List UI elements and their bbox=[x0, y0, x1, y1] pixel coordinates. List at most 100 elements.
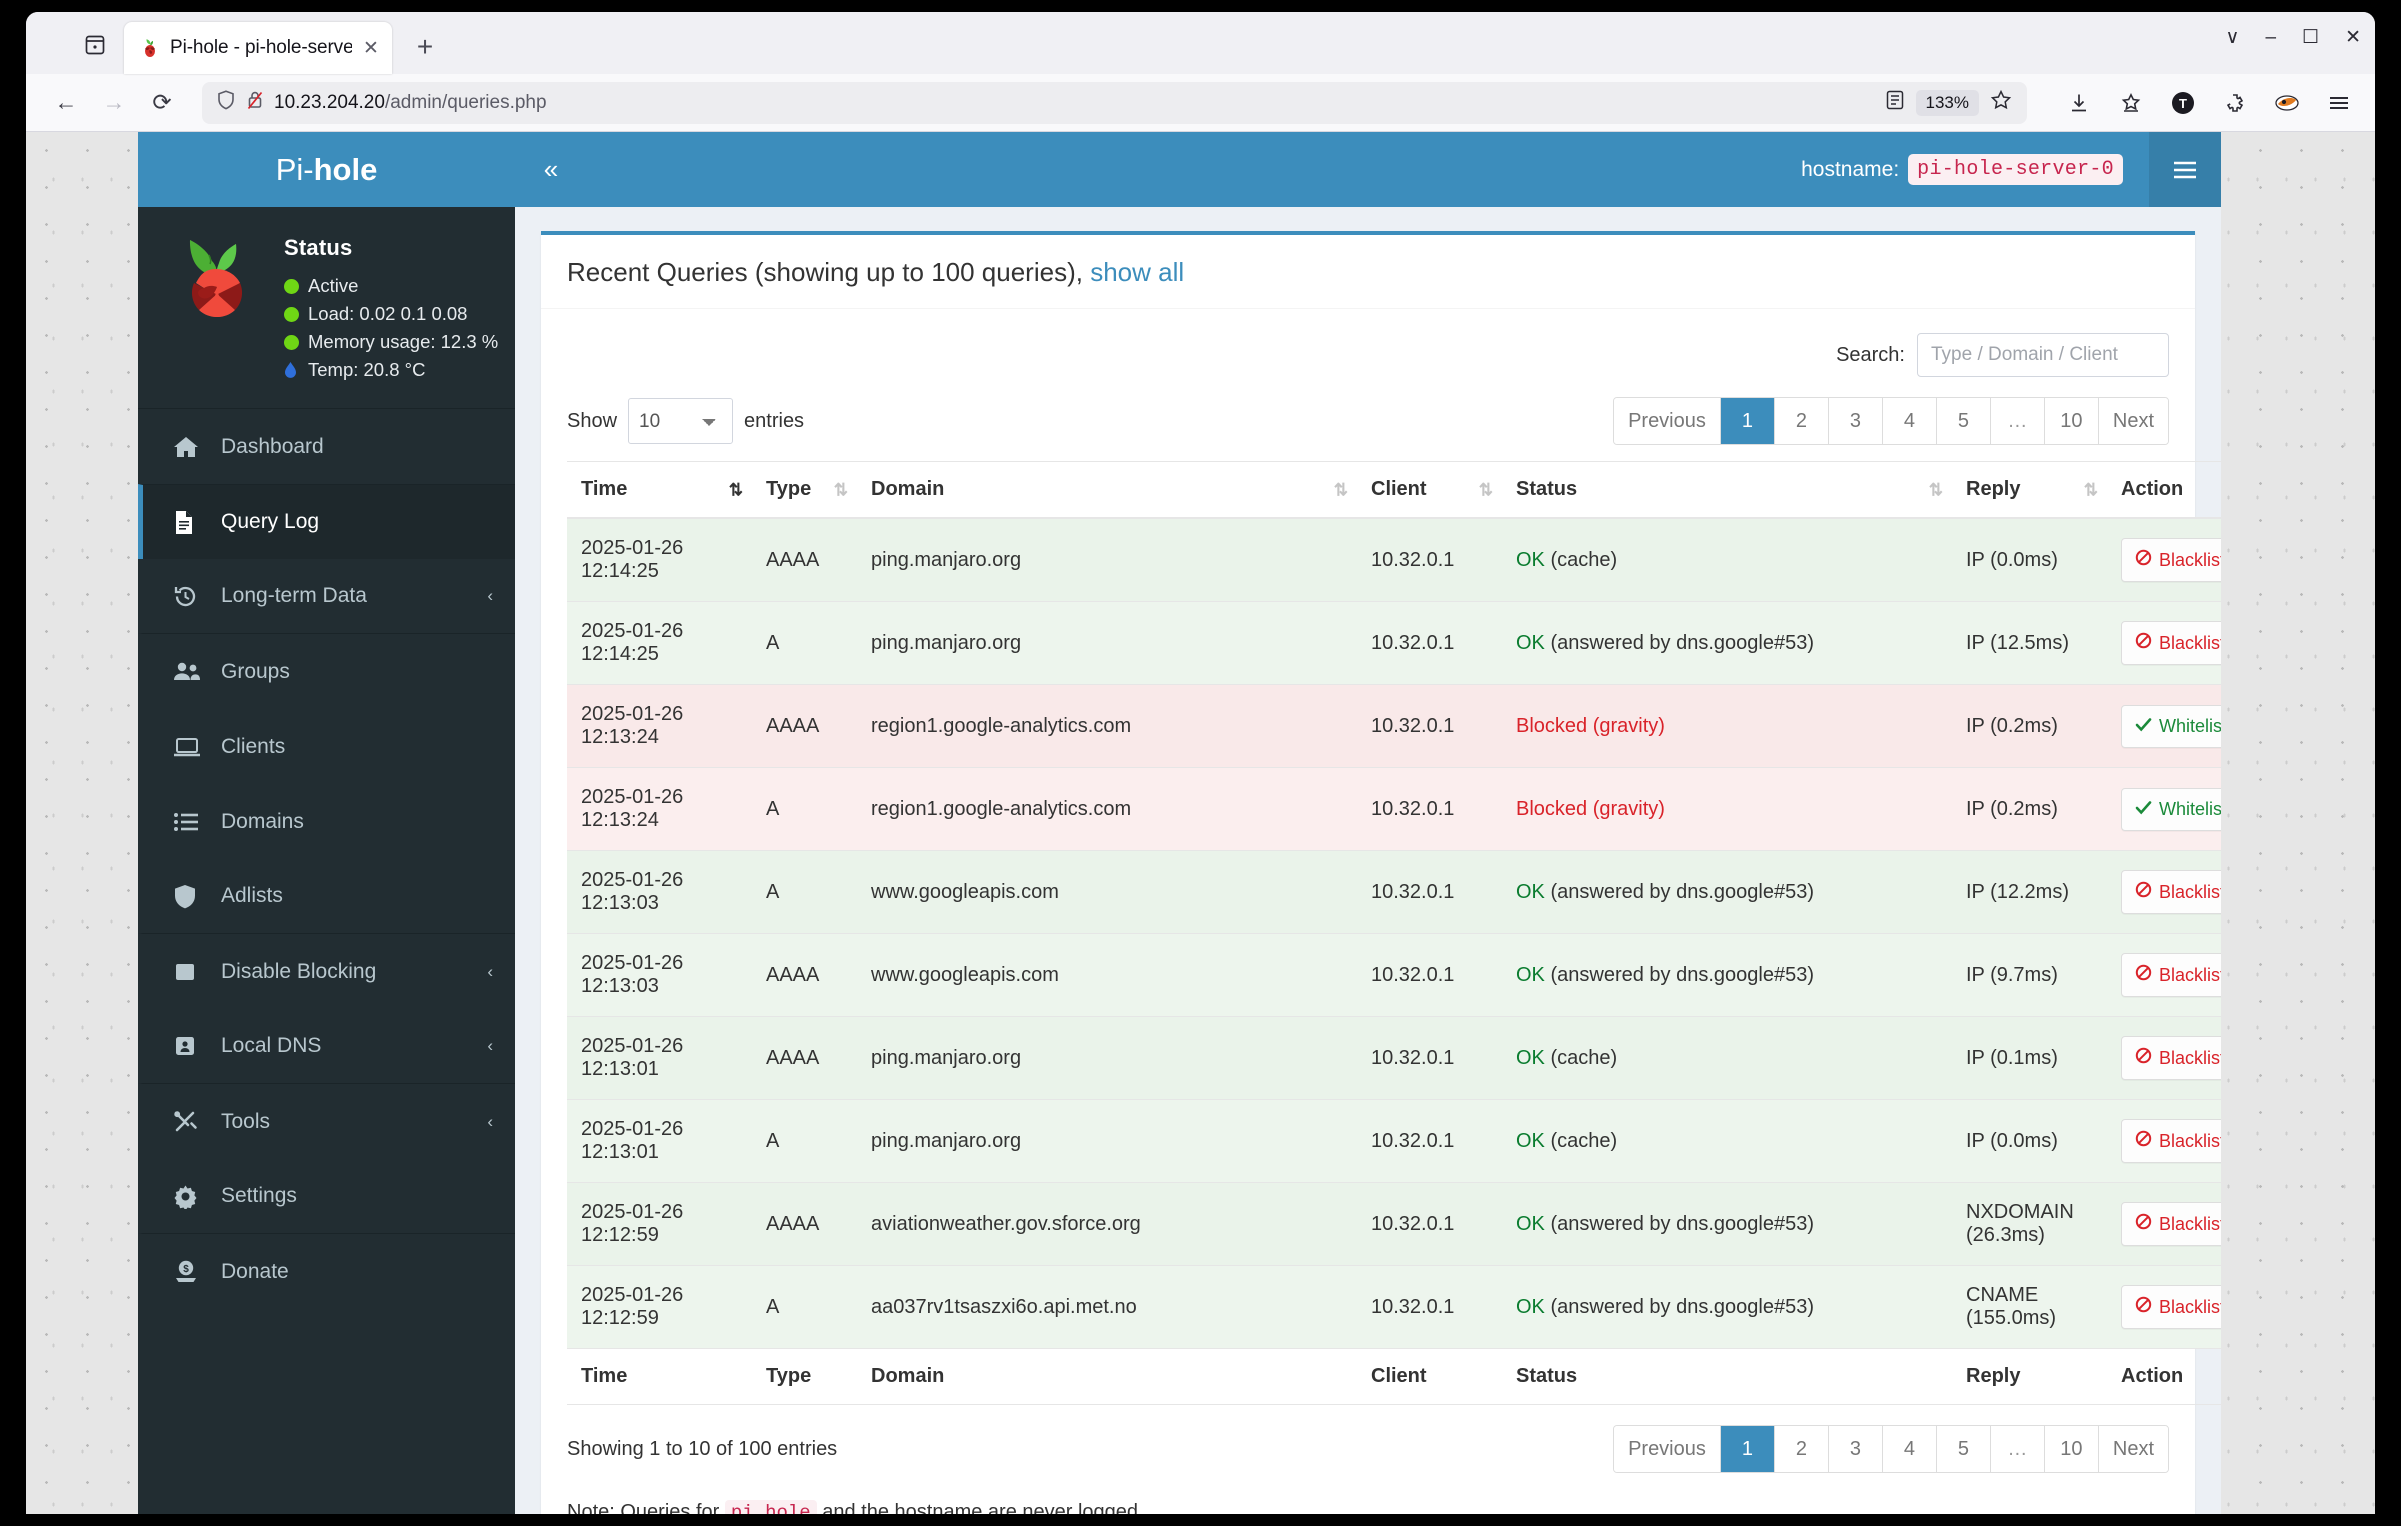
sidebar-item-donate[interactable]: $ Donate bbox=[138, 1234, 515, 1309]
column-header-reply[interactable]: Reply ⇅ bbox=[1952, 461, 2107, 519]
pagination-page-1[interactable]: 1 bbox=[1720, 1426, 1775, 1472]
footer-header-status[interactable]: Status bbox=[1502, 1348, 1952, 1405]
action-label: Blacklist bbox=[2159, 549, 2221, 570]
status-detail-text: (answered by dns.google#53) bbox=[1550, 631, 1814, 654]
reload-button[interactable]: ⟳ bbox=[140, 81, 184, 125]
blacklist-button[interactable]: Blacklist bbox=[2121, 1119, 2221, 1163]
footer-header-domain[interactable]: Domain bbox=[857, 1348, 1357, 1405]
cell-type: AAAA bbox=[752, 1016, 857, 1100]
column-header-client[interactable]: Client ⇅ bbox=[1357, 461, 1502, 519]
account-avatar-icon[interactable]: T bbox=[2165, 85, 2201, 121]
show-all-link[interactable]: show all bbox=[1090, 257, 1184, 287]
sidebar-brand[interactable]: Pi-hole bbox=[138, 132, 515, 207]
save-to-pocket-icon[interactable] bbox=[2113, 85, 2149, 121]
column-header-time[interactable]: Time ⇅ bbox=[567, 461, 752, 519]
entries-per-page-select[interactable]: 10 bbox=[628, 398, 734, 444]
url-path: /admin/queries.php bbox=[384, 91, 547, 113]
sidebar-item-label: Dashboard bbox=[221, 434, 324, 458]
pagination-previous[interactable]: Previous bbox=[1614, 1426, 1721, 1472]
pagination-page-5[interactable]: 5 bbox=[1936, 398, 1991, 444]
footer-header-client[interactable]: Client bbox=[1357, 1348, 1502, 1405]
blacklist-button[interactable]: Blacklist bbox=[2121, 1285, 2221, 1329]
sidebar-item-dashboard[interactable]: Dashboard bbox=[138, 409, 515, 484]
svg-text:T: T bbox=[2179, 96, 2187, 111]
back-button[interactable]: ← bbox=[44, 81, 88, 125]
forward-button[interactable]: → bbox=[92, 81, 136, 125]
column-header-action[interactable]: Action⇅ bbox=[2107, 461, 2221, 519]
column-header-status[interactable]: Status ⇅ bbox=[1502, 461, 1952, 519]
pagination-next[interactable]: Next bbox=[2098, 1426, 2168, 1472]
column-header-type[interactable]: Type ⇅ bbox=[752, 461, 857, 519]
zoom-level-badge[interactable]: 133% bbox=[1915, 89, 1979, 116]
note-text: Note: Queries for pi.hole and the hostna… bbox=[567, 1487, 2169, 1514]
cell-client: 10.32.0.1 bbox=[1357, 767, 1502, 851]
maximize-window-button[interactable]: ☐ bbox=[2302, 28, 2319, 47]
insecure-lock-icon[interactable] bbox=[246, 89, 264, 116]
url-bar[interactable]: 10.23.204.20/admin/queries.php 133% bbox=[202, 81, 2027, 124]
search-input[interactable] bbox=[1917, 333, 2169, 377]
reader-mode-icon[interactable] bbox=[1884, 88, 1906, 117]
sidebar-item-domains[interactable]: Domains bbox=[138, 784, 515, 859]
sidebar-item-groups[interactable]: Groups bbox=[138, 634, 515, 709]
pagination-page-10[interactable]: 10 bbox=[2044, 1426, 2099, 1472]
action-label: Whitelist bbox=[2159, 715, 2221, 736]
sidebar-item-label: Query Log bbox=[221, 510, 320, 534]
pagination-previous[interactable]: Previous bbox=[1614, 398, 1721, 444]
pagination-next[interactable]: Next bbox=[2098, 398, 2168, 444]
blacklist-button[interactable]: Blacklist bbox=[2121, 870, 2221, 914]
sidebar-item-local-dns[interactable]: Local DNS ‹ bbox=[138, 1009, 515, 1085]
sidebar-item-adlists[interactable]: Adlists bbox=[138, 859, 515, 935]
app-menu-hamburger-icon[interactable] bbox=[2321, 85, 2357, 121]
blacklist-button[interactable]: Blacklist bbox=[2121, 621, 2221, 665]
bookmark-star-icon[interactable] bbox=[1989, 88, 2013, 117]
cell-status: OK (answered by dns.google#53) bbox=[1502, 1265, 1952, 1349]
list-all-tabs-icon[interactable] bbox=[72, 22, 118, 68]
whitelist-button[interactable]: Whitelist bbox=[2121, 704, 2221, 748]
blacklist-button[interactable]: Blacklist bbox=[2121, 953, 2221, 997]
pagination-page-3[interactable]: 3 bbox=[1828, 1426, 1883, 1472]
pagination-page-4[interactable]: 4 bbox=[1882, 398, 1937, 444]
sidebar-item-query-log[interactable]: Query Log bbox=[138, 484, 515, 560]
sidebar-collapse-button[interactable]: « bbox=[515, 132, 587, 207]
cell-domain: ping.manjaro.org bbox=[857, 1099, 1357, 1183]
minimize-window-button[interactable]: – bbox=[2265, 28, 2276, 47]
pagination-page-2[interactable]: 2 bbox=[1774, 1426, 1829, 1472]
cell-action: Blacklist bbox=[2107, 601, 2221, 685]
sidebar-item-label: Donate bbox=[221, 1259, 289, 1283]
pagination-page-2[interactable]: 2 bbox=[1774, 398, 1829, 444]
footer-header-action[interactable]: Action bbox=[2107, 1348, 2221, 1405]
note-code: pi.hole bbox=[724, 1500, 817, 1514]
pagination-page-1[interactable]: 1 bbox=[1720, 398, 1775, 444]
close-tab-icon[interactable]: ✕ bbox=[362, 38, 380, 59]
pagination-page-4[interactable]: 4 bbox=[1882, 1426, 1937, 1472]
sidebar-item-tools[interactable]: Tools ‹ bbox=[138, 1084, 515, 1159]
new-tab-button[interactable]: + bbox=[404, 26, 446, 68]
topbar-menu-button[interactable] bbox=[2149, 132, 2221, 207]
ban-icon bbox=[2135, 632, 2152, 654]
status-detail-text: (answered by dns.google#53) bbox=[1550, 1212, 1814, 1235]
footer-header-reply[interactable]: Reply bbox=[1952, 1348, 2107, 1405]
pagination-page-5[interactable]: 5 bbox=[1936, 1426, 1991, 1472]
firefox-extension-icon[interactable] bbox=[2269, 85, 2305, 121]
pagination-page-3[interactable]: 3 bbox=[1828, 398, 1883, 444]
footer-header-type[interactable]: Type bbox=[752, 1348, 857, 1405]
blacklist-button[interactable]: Blacklist bbox=[2121, 538, 2221, 582]
extension-puzzle-icon[interactable] bbox=[2217, 85, 2253, 121]
sidebar-item-disable-blocking[interactable]: Disable Blocking ‹ bbox=[138, 934, 515, 1009]
cell-reply: IP (0.0ms) bbox=[1952, 517, 2107, 602]
status-memory-text: Memory usage: 12.3 % bbox=[308, 331, 499, 353]
pagination-page-10[interactable]: 10 bbox=[2044, 398, 2099, 444]
sidebar-item-long-term-data[interactable]: Long-term Data ‹ bbox=[138, 559, 515, 635]
downloads-icon[interactable] bbox=[2061, 85, 2097, 121]
pihole-admin-app: Pi-hole Status Active Load: 0.02 0.1 0.0… bbox=[138, 132, 2221, 1514]
close-window-button[interactable]: ✕ bbox=[2345, 28, 2361, 47]
whitelist-button[interactable]: Whitelist bbox=[2121, 787, 2221, 831]
browser-tab[interactable]: Pi-hole - pi-hole-server-( ✕ bbox=[124, 22, 392, 74]
sidebar-item-settings[interactable]: Settings bbox=[138, 1159, 515, 1235]
blacklist-button[interactable]: Blacklist bbox=[2121, 1202, 2221, 1246]
footer-header-time[interactable]: Time bbox=[567, 1348, 752, 1405]
column-header-domain[interactable]: Domain ⇅ bbox=[857, 461, 1357, 519]
blacklist-button[interactable]: Blacklist bbox=[2121, 1036, 2221, 1080]
list-tabs-chevron-icon[interactable]: ∨ bbox=[2226, 28, 2240, 47]
sidebar-item-clients[interactable]: Clients bbox=[138, 709, 515, 784]
